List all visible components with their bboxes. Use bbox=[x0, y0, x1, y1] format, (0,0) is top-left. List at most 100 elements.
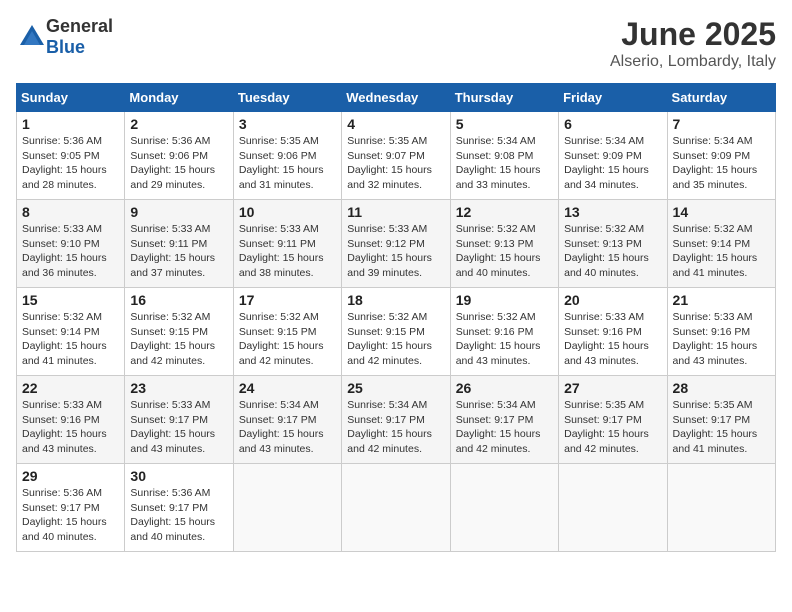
table-row: 3 Sunrise: 5:35 AM Sunset: 9:06 PM Daylig… bbox=[233, 112, 341, 200]
day-number: 29 bbox=[22, 468, 119, 484]
table-row bbox=[450, 464, 558, 552]
weekday-header: Tuesday bbox=[233, 84, 341, 112]
day-number: 3 bbox=[239, 116, 336, 132]
day-number: 13 bbox=[564, 204, 661, 220]
table-row bbox=[233, 464, 341, 552]
day-info: Sunrise: 5:35 AM Sunset: 9:17 PM Dayligh… bbox=[673, 398, 770, 457]
day-info: Sunrise: 5:33 AM Sunset: 9:11 PM Dayligh… bbox=[239, 222, 336, 281]
location-title: Alserio, Lombardy, Italy bbox=[610, 53, 776, 71]
table-row: 24 Sunrise: 5:34 AM Sunset: 9:17 PM Dayli… bbox=[233, 376, 341, 464]
day-number: 21 bbox=[673, 292, 770, 308]
page-header: General Blue June 2025 Alserio, Lombardy… bbox=[16, 16, 776, 71]
day-info: Sunrise: 5:36 AM Sunset: 9:06 PM Dayligh… bbox=[130, 134, 227, 193]
day-number: 12 bbox=[456, 204, 553, 220]
day-info: Sunrise: 5:32 AM Sunset: 9:14 PM Dayligh… bbox=[673, 222, 770, 281]
day-number: 5 bbox=[456, 116, 553, 132]
logo-text-general: General bbox=[46, 16, 113, 36]
table-row: 29 Sunrise: 5:36 AM Sunset: 9:17 PM Dayli… bbox=[17, 464, 125, 552]
table-row bbox=[667, 464, 775, 552]
weekday-header: Friday bbox=[559, 84, 667, 112]
day-info: Sunrise: 5:34 AM Sunset: 9:09 PM Dayligh… bbox=[673, 134, 770, 193]
day-info: Sunrise: 5:36 AM Sunset: 9:05 PM Dayligh… bbox=[22, 134, 119, 193]
day-number: 30 bbox=[130, 468, 227, 484]
table-row: 15 Sunrise: 5:32 AM Sunset: 9:14 PM Dayli… bbox=[17, 288, 125, 376]
calendar-header-row: SundayMondayTuesdayWednesdayThursdayFrid… bbox=[17, 84, 776, 112]
day-number: 19 bbox=[456, 292, 553, 308]
calendar-week-row: 22Sunrise: 5:33 AM Sunset: 9:16 PM Dayli… bbox=[17, 376, 776, 464]
table-row: 2 Sunrise: 5:36 AM Sunset: 9:06 PM Daylig… bbox=[125, 112, 233, 200]
logo: General Blue bbox=[16, 16, 113, 58]
table-row: 26 Sunrise: 5:34 AM Sunset: 9:17 PM Dayli… bbox=[450, 376, 558, 464]
table-row: 25 Sunrise: 5:34 AM Sunset: 9:17 PM Dayli… bbox=[342, 376, 450, 464]
day-info: Sunrise: 5:33 AM Sunset: 9:16 PM Dayligh… bbox=[673, 310, 770, 369]
day-info: Sunrise: 5:32 AM Sunset: 9:13 PM Dayligh… bbox=[456, 222, 553, 281]
table-row: 9 Sunrise: 5:33 AM Sunset: 9:11 PM Daylig… bbox=[125, 200, 233, 288]
day-number: 28 bbox=[673, 380, 770, 396]
day-number: 6 bbox=[564, 116, 661, 132]
calendar-week-row: 8 Sunrise: 5:33 AM Sunset: 9:10 PM Daylig… bbox=[17, 200, 776, 288]
day-info: Sunrise: 5:33 AM Sunset: 9:11 PM Dayligh… bbox=[130, 222, 227, 281]
table-row: 16 Sunrise: 5:32 AM Sunset: 9:15 PM Dayli… bbox=[125, 288, 233, 376]
day-number: 25 bbox=[347, 380, 444, 396]
day-number: 2 bbox=[130, 116, 227, 132]
day-number: 23 bbox=[130, 380, 227, 396]
table-row: 6Sunrise: 5:34 AM Sunset: 9:09 PM Daylig… bbox=[559, 112, 667, 200]
table-row: 11Sunrise: 5:33 AM Sunset: 9:12 PM Dayli… bbox=[342, 200, 450, 288]
day-info: Sunrise: 5:32 AM Sunset: 9:15 PM Dayligh… bbox=[239, 310, 336, 369]
logo-text-blue: Blue bbox=[46, 37, 85, 57]
table-row: 30 Sunrise: 5:36 AM Sunset: 9:17 PM Dayli… bbox=[125, 464, 233, 552]
day-number: 7 bbox=[673, 116, 770, 132]
logo-icon bbox=[18, 23, 46, 51]
title-area: June 2025 Alserio, Lombardy, Italy bbox=[610, 16, 776, 71]
table-row: 23 Sunrise: 5:33 AM Sunset: 9:17 PM Dayli… bbox=[125, 376, 233, 464]
day-number: 27 bbox=[564, 380, 661, 396]
day-info: Sunrise: 5:32 AM Sunset: 9:14 PM Dayligh… bbox=[22, 310, 119, 369]
day-info: Sunrise: 5:33 AM Sunset: 9:17 PM Dayligh… bbox=[130, 398, 227, 457]
day-info: Sunrise: 5:32 AM Sunset: 9:15 PM Dayligh… bbox=[347, 310, 444, 369]
table-row: 18 Sunrise: 5:32 AM Sunset: 9:15 PM Dayli… bbox=[342, 288, 450, 376]
table-row: 20Sunrise: 5:33 AM Sunset: 9:16 PM Dayli… bbox=[559, 288, 667, 376]
table-row: 19Sunrise: 5:32 AM Sunset: 9:16 PM Dayli… bbox=[450, 288, 558, 376]
table-row: 14 Sunrise: 5:32 AM Sunset: 9:14 PM Dayli… bbox=[667, 200, 775, 288]
day-number: 10 bbox=[239, 204, 336, 220]
day-number: 14 bbox=[673, 204, 770, 220]
day-number: 24 bbox=[239, 380, 336, 396]
day-number: 1 bbox=[22, 116, 119, 132]
day-number: 17 bbox=[239, 292, 336, 308]
table-row bbox=[342, 464, 450, 552]
day-number: 15 bbox=[22, 292, 119, 308]
day-info: Sunrise: 5:34 AM Sunset: 9:17 PM Dayligh… bbox=[456, 398, 553, 457]
table-row: 22Sunrise: 5:33 AM Sunset: 9:16 PM Dayli… bbox=[17, 376, 125, 464]
calendar-table: SundayMondayTuesdayWednesdayThursdayFrid… bbox=[16, 83, 776, 552]
day-number: 9 bbox=[130, 204, 227, 220]
weekday-header: Thursday bbox=[450, 84, 558, 112]
day-info: Sunrise: 5:35 AM Sunset: 9:06 PM Dayligh… bbox=[239, 134, 336, 193]
day-info: Sunrise: 5:35 AM Sunset: 9:17 PM Dayligh… bbox=[564, 398, 661, 457]
table-row: 13 Sunrise: 5:32 AM Sunset: 9:13 PM Dayli… bbox=[559, 200, 667, 288]
table-row: 8 Sunrise: 5:33 AM Sunset: 9:10 PM Daylig… bbox=[17, 200, 125, 288]
day-info: Sunrise: 5:35 AM Sunset: 9:07 PM Dayligh… bbox=[347, 134, 444, 193]
day-info: Sunrise: 5:34 AM Sunset: 9:17 PM Dayligh… bbox=[347, 398, 444, 457]
day-number: 8 bbox=[22, 204, 119, 220]
day-info: Sunrise: 5:36 AM Sunset: 9:17 PM Dayligh… bbox=[22, 486, 119, 545]
day-info: Sunrise: 5:33 AM Sunset: 9:10 PM Dayligh… bbox=[22, 222, 119, 281]
weekday-header: Wednesday bbox=[342, 84, 450, 112]
day-info: Sunrise: 5:32 AM Sunset: 9:15 PM Dayligh… bbox=[130, 310, 227, 369]
day-info: Sunrise: 5:34 AM Sunset: 9:17 PM Dayligh… bbox=[239, 398, 336, 457]
day-number: 26 bbox=[456, 380, 553, 396]
day-info: Sunrise: 5:32 AM Sunset: 9:13 PM Dayligh… bbox=[564, 222, 661, 281]
day-info: Sunrise: 5:36 AM Sunset: 9:17 PM Dayligh… bbox=[130, 486, 227, 545]
day-number: 4 bbox=[347, 116, 444, 132]
day-number: 16 bbox=[130, 292, 227, 308]
calendar-week-row: 15 Sunrise: 5:32 AM Sunset: 9:14 PM Dayli… bbox=[17, 288, 776, 376]
day-number: 20 bbox=[564, 292, 661, 308]
weekday-header: Monday bbox=[125, 84, 233, 112]
day-number: 22 bbox=[22, 380, 119, 396]
table-row: 7 Sunrise: 5:34 AM Sunset: 9:09 PM Daylig… bbox=[667, 112, 775, 200]
calendar-week-row: 1 Sunrise: 5:36 AM Sunset: 9:05 PM Daylig… bbox=[17, 112, 776, 200]
table-row: 27 Sunrise: 5:35 AM Sunset: 9:17 PM Dayli… bbox=[559, 376, 667, 464]
table-row: 10 Sunrise: 5:33 AM Sunset: 9:11 PM Dayli… bbox=[233, 200, 341, 288]
day-number: 18 bbox=[347, 292, 444, 308]
table-row: 4 Sunrise: 5:35 AM Sunset: 9:07 PM Daylig… bbox=[342, 112, 450, 200]
table-row: 28 Sunrise: 5:35 AM Sunset: 9:17 PM Dayli… bbox=[667, 376, 775, 464]
